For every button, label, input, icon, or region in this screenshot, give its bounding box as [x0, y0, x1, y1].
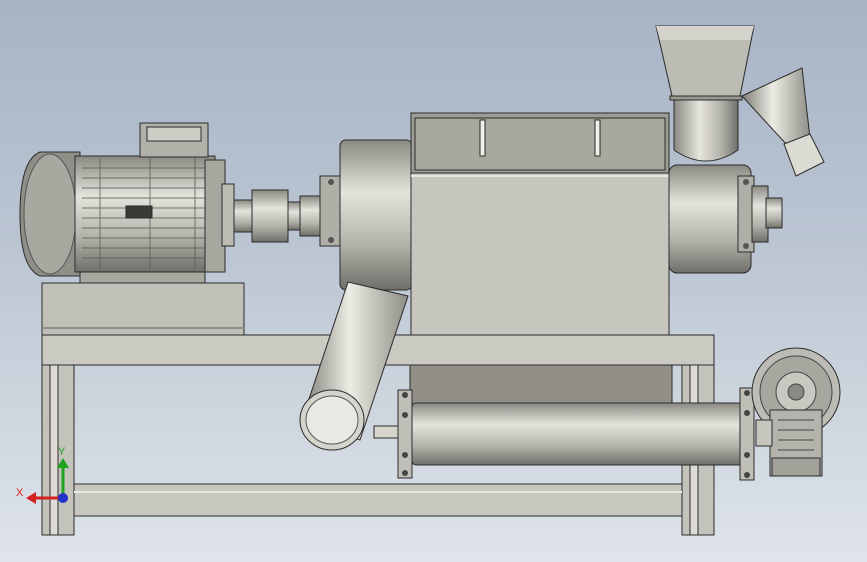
side-funnel-cone — [741, 67, 811, 147]
worm-gear-reducer[interactable] — [751, 347, 841, 477]
bolt-icon — [328, 237, 334, 243]
reducer-base — [771, 457, 821, 477]
y-axis-label: Y — [58, 446, 66, 458]
hopper-neck — [673, 99, 739, 162]
x-axis-label: X — [16, 487, 24, 499]
bolt-icon — [743, 179, 749, 185]
motor-nameplate — [125, 205, 153, 219]
cover-latch — [594, 119, 601, 157]
bolt-icon — [328, 179, 334, 185]
z-axis-marker — [58, 493, 68, 503]
main-separator-housing[interactable] — [410, 112, 670, 336]
right-screw-barrel[interactable] — [668, 164, 783, 274]
cover-latch — [479, 119, 486, 157]
coupling-hub-left — [251, 189, 289, 243]
electric-motor[interactable] — [19, 122, 235, 284]
screen-housing-end — [339, 139, 413, 291]
frame-left-leg-face — [49, 364, 59, 536]
side-inlet-funnel[interactable] — [741, 67, 825, 177]
frame-bottom-beam — [73, 483, 683, 517]
shaft-coupling[interactable] — [233, 189, 325, 243]
reducer-output-shaft — [755, 419, 773, 447]
left-bearing-housing[interactable] — [319, 139, 413, 291]
screw-conveyor-tube — [411, 402, 747, 466]
cad-viewport[interactable]: Y X — [0, 0, 867, 562]
inlet-hopper[interactable] — [655, 25, 755, 162]
right-tube-flange — [739, 387, 755, 481]
left-tube-flange — [397, 389, 413, 479]
discharge-chute-pipe[interactable] — [299, 281, 409, 451]
housing-body — [410, 172, 670, 336]
motor-base — [41, 282, 245, 336]
barrel-shaft-end — [765, 197, 783, 229]
x-axis-arrowhead — [26, 492, 36, 504]
bolt-icon — [743, 243, 749, 249]
